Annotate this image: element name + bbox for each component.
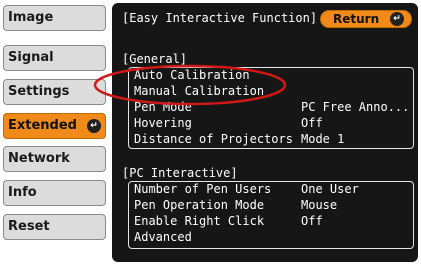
sidebar-item-label: Reset [8, 219, 50, 234]
row-value: Mouse [301, 198, 338, 212]
row-label: Number of Pen Users [134, 182, 272, 196]
row-label: Enable Right Click [134, 214, 265, 228]
sidebar-item-extended[interactable]: Extended ↵ [3, 113, 106, 139]
sidebar-item-label: Signal [8, 50, 54, 65]
menu-row-advanced[interactable]: Advanced [134, 231, 412, 244]
row-value: Mode 1 [301, 132, 345, 146]
sidebar-item-label: Info [8, 185, 37, 200]
menu-row-hovering[interactable]: Hovering Off [134, 117, 412, 130]
row-value: One User [301, 182, 359, 196]
enter-icon: ↵ [390, 12, 404, 26]
sidebar-item-image[interactable]: Image [3, 5, 106, 31]
sidebar-item-label: Settings [8, 84, 70, 99]
row-label: Pen Operation Mode [134, 198, 265, 212]
sidebar-item-info[interactable]: Info [3, 180, 106, 206]
sidebar-item-signal[interactable]: Signal [3, 45, 106, 71]
menu-row-number-of-pen-users[interactable]: Number of Pen Users One User [134, 183, 412, 196]
settings-panel: [Easy Interactive Function] Return ↵ [Ge… [112, 3, 418, 262]
sidebar-item-label: Image [8, 10, 54, 25]
row-value: PC Free Anno... [301, 100, 410, 114]
menu-row-pen-operation-mode[interactable]: Pen Operation Mode Mouse [134, 199, 412, 212]
row-value: Off [301, 116, 323, 130]
highlight-ellipse [93, 64, 287, 106]
enter-icon: ↵ [87, 119, 101, 133]
return-button-label: Return [333, 12, 380, 26]
row-label: Distance of Projectors [134, 132, 293, 146]
menu-row-distance-of-projectors[interactable]: Distance of Projectors Mode 1 [134, 133, 412, 146]
annotation-ellipse [93, 64, 287, 106]
sidebar-item-label: Network [8, 151, 70, 166]
sidebar-item-reset[interactable]: Reset [3, 214, 106, 240]
row-label: Advanced [134, 230, 192, 244]
sidebar-item-settings[interactable]: Settings [3, 79, 106, 105]
section-heading-pc-interactive: [PC Interactive] [122, 166, 238, 180]
sidebar-item-network[interactable]: Network [3, 146, 106, 172]
menu-row-enable-right-click[interactable]: Enable Right Click Off [134, 215, 412, 228]
row-value: Off [301, 214, 323, 228]
page-title: [Easy Interactive Function] [122, 11, 318, 25]
return-button[interactable]: Return ↵ [320, 10, 412, 28]
projector-menu: Image Signal Settings Extended ↵ Network… [0, 0, 421, 265]
sidebar: Image Signal Settings Extended ↵ Network… [0, 0, 114, 265]
sidebar-item-label: Extended [8, 118, 77, 133]
row-label: Hovering [134, 116, 192, 130]
